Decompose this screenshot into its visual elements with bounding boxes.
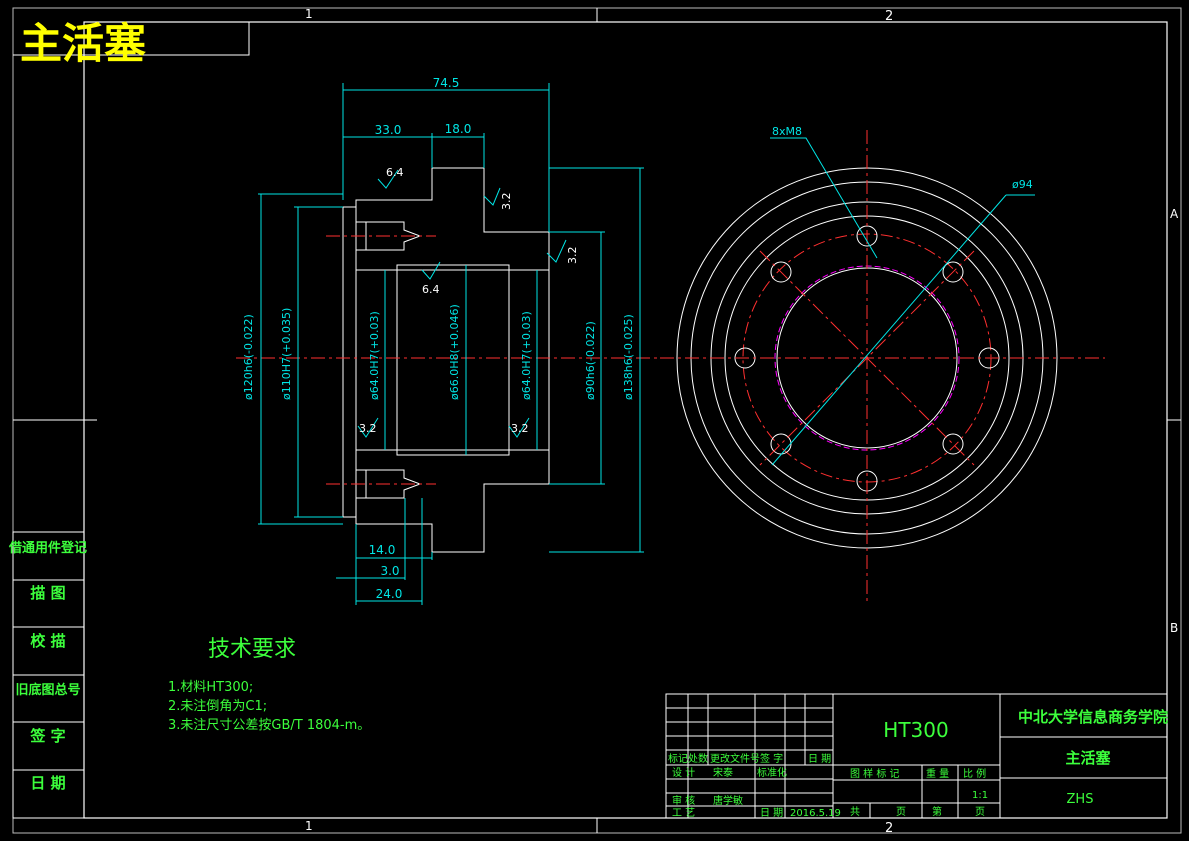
tb-weight-label: 重 量 bbox=[926, 767, 949, 780]
rough-6-4-a: 6.4 bbox=[386, 166, 404, 179]
rough-3-2-d: 3.2 bbox=[511, 422, 529, 435]
zone-label-bottom-2: 2 bbox=[885, 821, 893, 836]
rough-3-2-b: 3.2 bbox=[566, 247, 579, 265]
tb-design-label: 设 计 bbox=[672, 766, 695, 779]
rough-3-2-a: 3.2 bbox=[500, 193, 513, 211]
dim-phi120: ø120h6(-0.022) bbox=[242, 314, 255, 400]
zone-label-top-1: 1 bbox=[305, 7, 313, 21]
strip-label-1: 描 图 bbox=[30, 584, 65, 602]
dim-phi138: ø138h6(-0.025) bbox=[622, 314, 635, 400]
strip-label-2: 校 描 bbox=[30, 632, 65, 650]
tb-row-label-0: 标记 bbox=[668, 753, 688, 765]
tb-scale: 1:1 bbox=[972, 790, 988, 801]
zone-label-b: B bbox=[1170, 621, 1178, 635]
tb-part-name: 主活塞 bbox=[1065, 749, 1111, 767]
tb-std-label: 标准化 bbox=[757, 766, 787, 779]
zone-label-bottom-1: 1 bbox=[305, 819, 313, 833]
dim-24: 24.0 bbox=[376, 587, 403, 601]
tb-row-label-4: 日 期 bbox=[808, 753, 831, 765]
dim-phi94: ø94 bbox=[1012, 178, 1033, 191]
dim-33: 33.0 bbox=[375, 123, 402, 137]
tb-row-label-1: 处数 bbox=[688, 752, 708, 765]
tb-designer: 宋泰 bbox=[713, 766, 733, 779]
tech-item-2: 2.未注倒角为C1; bbox=[168, 699, 267, 714]
dim-18: 18.0 bbox=[445, 122, 472, 136]
dim-phi64-b: ø64.0H7(+0.03) bbox=[520, 311, 533, 400]
drawing-sheet: 1 2 1 2 A B 主活塞 借通用件登记 描 图 校 描 旧底图总号 签 字… bbox=[8, 7, 1182, 836]
tb-school: 中北大学信息商务学院 bbox=[1018, 708, 1168, 726]
dim-14: 14.0 bbox=[369, 543, 396, 557]
tech-item-3: 3.未注尺寸公差按GB/T 1804-m。 bbox=[168, 718, 370, 733]
rough-3-2-c: 3.2 bbox=[359, 422, 377, 435]
dim-74-5: 74.5 bbox=[433, 76, 460, 90]
tb-sheet-label: 第 bbox=[932, 805, 942, 818]
tb-page-label: 页 bbox=[896, 806, 906, 818]
tech-item-1: 1.材料HT300; bbox=[168, 680, 253, 695]
strip-label-0: 借通用件登记 bbox=[8, 540, 87, 556]
tb-date: 2016.5.19 bbox=[790, 808, 841, 819]
tb-date-label: 日 期 bbox=[760, 807, 783, 819]
rough-6-4-b: 6.4 bbox=[422, 283, 440, 296]
tb-review-label: 审 核 bbox=[672, 794, 695, 807]
tb-row-label-2: 更改文件号 bbox=[710, 752, 760, 765]
tech-heading: 技术要求 bbox=[208, 637, 296, 662]
tb-row-label-3: 签 字 bbox=[760, 752, 783, 765]
dim-phi110: ø110H7(+0.035) bbox=[280, 308, 293, 400]
tb-code: ZHS bbox=[1067, 792, 1094, 807]
tb-stage-label: 图 样 标 记 bbox=[850, 767, 900, 780]
dim-phi90: ø90h6(-0.022) bbox=[584, 321, 597, 400]
dim-phi64-a: ø64.0H7(+0.03) bbox=[368, 311, 381, 400]
zone-label-top-2: 2 bbox=[885, 9, 893, 24]
tb-sheet-page-label: 页 bbox=[975, 806, 985, 818]
zone-label-a: A bbox=[1170, 207, 1179, 221]
tb-process-label: 工 艺 bbox=[672, 807, 695, 819]
drawing-title: 主活塞 bbox=[20, 19, 146, 68]
strip-label-5: 日 期 bbox=[30, 774, 65, 792]
strip-label-3: 旧底图总号 bbox=[15, 682, 80, 698]
tb-scale-label: 比 例 bbox=[963, 767, 986, 780]
tb-reviewer: 唐学敏 bbox=[713, 794, 743, 807]
tb-total-label: 共 bbox=[850, 806, 860, 818]
dim-phi66: ø66.0H8(+0.046) bbox=[448, 304, 461, 400]
tb-material: HT300 bbox=[883, 718, 948, 742]
dim-holes: 8xM8 bbox=[772, 125, 802, 138]
strip-label-4: 签 字 bbox=[29, 727, 65, 745]
dim-3: 3.0 bbox=[380, 564, 399, 578]
